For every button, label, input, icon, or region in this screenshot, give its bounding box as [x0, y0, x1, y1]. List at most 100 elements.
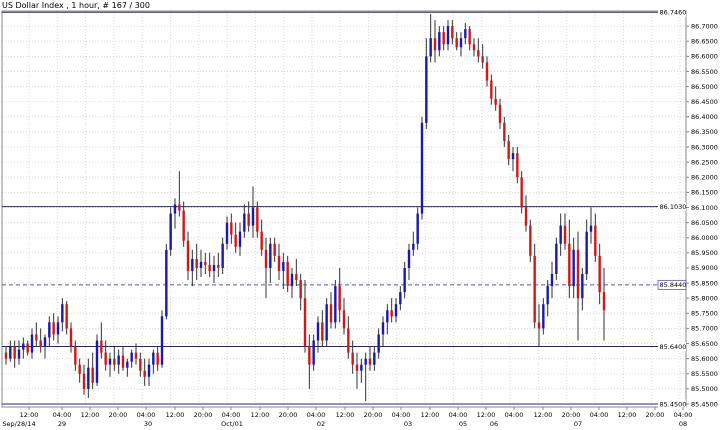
y-tick-label: 86.1000: [691, 204, 718, 212]
x-tick-label: 04:00: [392, 411, 411, 419]
y-tick-label: 86.1500: [691, 189, 718, 197]
candle-body-down: [264, 249, 268, 268]
candle-body-down: [451, 26, 454, 39]
candle-body-up: [87, 367, 90, 389]
candle-body-down: [35, 334, 38, 341]
y-tick-label: 86.3000: [691, 143, 718, 151]
candle-body-down: [234, 234, 237, 247]
x-tick-label: 29: [58, 420, 66, 428]
x-tick-label: 02: [317, 420, 325, 428]
candle-body-down: [256, 207, 259, 232]
y-tick-label: 86.0500: [691, 219, 718, 227]
candle-body-down: [113, 358, 116, 365]
candle-body-up: [546, 286, 549, 305]
candle-body-up: [403, 267, 406, 293]
candle-body-up: [334, 286, 337, 323]
y-tick-label: 85.9000: [691, 264, 718, 272]
candle-body-up: [325, 304, 328, 341]
x-tick-label: 04:00: [222, 411, 241, 419]
candle-body-down: [342, 310, 346, 329]
candle-body-down: [26, 343, 29, 353]
candle-body-down: [100, 340, 103, 353]
x-tick-label: 20:00: [364, 411, 383, 419]
y-tick-label: 86.4500: [691, 98, 718, 106]
x-tick-label: Sep/28/14: [2, 420, 35, 428]
candle-body-up: [169, 213, 172, 250]
candle-body-down: [329, 304, 333, 323]
candle-body-up: [251, 207, 255, 226]
candle-body-down: [576, 249, 580, 299]
candlestick-chart[interactable]: 86.7000 86.6500 86.6000 86.5500 86.5000 86.45…: [0, 0, 720, 430]
x-tick-label: 04:00: [307, 411, 326, 419]
candle-body-up: [269, 243, 272, 268]
candle-body-up: [511, 153, 515, 160]
candle-body-down: [78, 364, 81, 374]
x-tick-label: 05: [459, 420, 467, 428]
candle-body-up: [394, 304, 398, 317]
x-tick-label: 08: [679, 420, 687, 428]
candle-body-down: [321, 322, 324, 341]
candle-body-up: [399, 292, 402, 305]
y-tick-label: 85.6500: [691, 340, 718, 348]
x-tick-label: 12:00: [534, 411, 553, 419]
candle-body-up: [559, 225, 562, 244]
candle-body-down: [533, 255, 536, 323]
candle-body-down: [477, 50, 480, 57]
x-tick-label: 12:00: [81, 411, 100, 419]
x-tick-label: 30: [144, 420, 152, 428]
candle-body-up: [312, 340, 315, 365]
candle-body-down: [490, 80, 493, 99]
x-tick-label: 03: [404, 420, 412, 428]
level-label: 85.6400: [660, 343, 687, 351]
candle-body-down: [247, 213, 250, 226]
candle-body-down: [195, 258, 198, 268]
x-tick-label: 04:00: [137, 411, 156, 419]
x-tick-label: 07: [574, 420, 582, 428]
candle-body-down: [208, 264, 211, 271]
candle-body-up: [581, 273, 584, 299]
x-tick-label: 06: [490, 420, 498, 428]
candle-body-down: [455, 38, 458, 48]
candle-body-up: [373, 352, 376, 365]
candle-body-up: [446, 26, 450, 45]
candle-body-up: [173, 204, 177, 214]
candle-body-down: [494, 98, 497, 105]
candle-body-up: [30, 334, 34, 353]
candle-body-down: [182, 210, 185, 241]
candle-body-up: [238, 231, 242, 247]
candle-body-up: [386, 310, 389, 323]
candle-body-up: [282, 261, 285, 271]
y-tick-label: 85.4500: [691, 400, 718, 408]
candle-body-down: [433, 38, 437, 51]
candle-body-up: [22, 343, 25, 350]
x-tick-label: Oct/01: [221, 420, 243, 428]
candle-body-down: [299, 280, 302, 299]
y-tick-label: 85.9500: [691, 249, 718, 257]
candle-body-down: [568, 243, 571, 287]
candle-body-down: [273, 243, 276, 256]
candle-body-up: [438, 32, 441, 51]
candle-body-up: [9, 346, 12, 359]
x-tick-label: 12:00: [251, 411, 270, 419]
candle-body-down: [468, 29, 471, 45]
candle-body-down: [563, 225, 567, 244]
candle-body-down: [338, 286, 341, 311]
candle-body-down: [52, 322, 55, 335]
plot-frame: [1, 10, 687, 408]
candle-body-down: [442, 32, 445, 45]
candle-body-up: [464, 29, 467, 39]
candle-body-down: [507, 140, 510, 160]
candle-body-up: [147, 364, 151, 377]
candle-body-down: [260, 231, 263, 250]
candle-body-down: [74, 346, 77, 365]
candle-body-up: [585, 231, 588, 274]
level-label: 86.1030: [660, 203, 687, 211]
y-tick-label: 85.8500: [691, 279, 718, 287]
candle-body-down: [485, 62, 489, 81]
candle-body-up: [17, 349, 21, 359]
candle-body-down: [204, 261, 207, 265]
candle-body-up: [572, 249, 575, 287]
candle-body-down: [390, 310, 393, 317]
candle-body-down: [139, 358, 142, 371]
candle-body-up: [95, 340, 99, 383]
